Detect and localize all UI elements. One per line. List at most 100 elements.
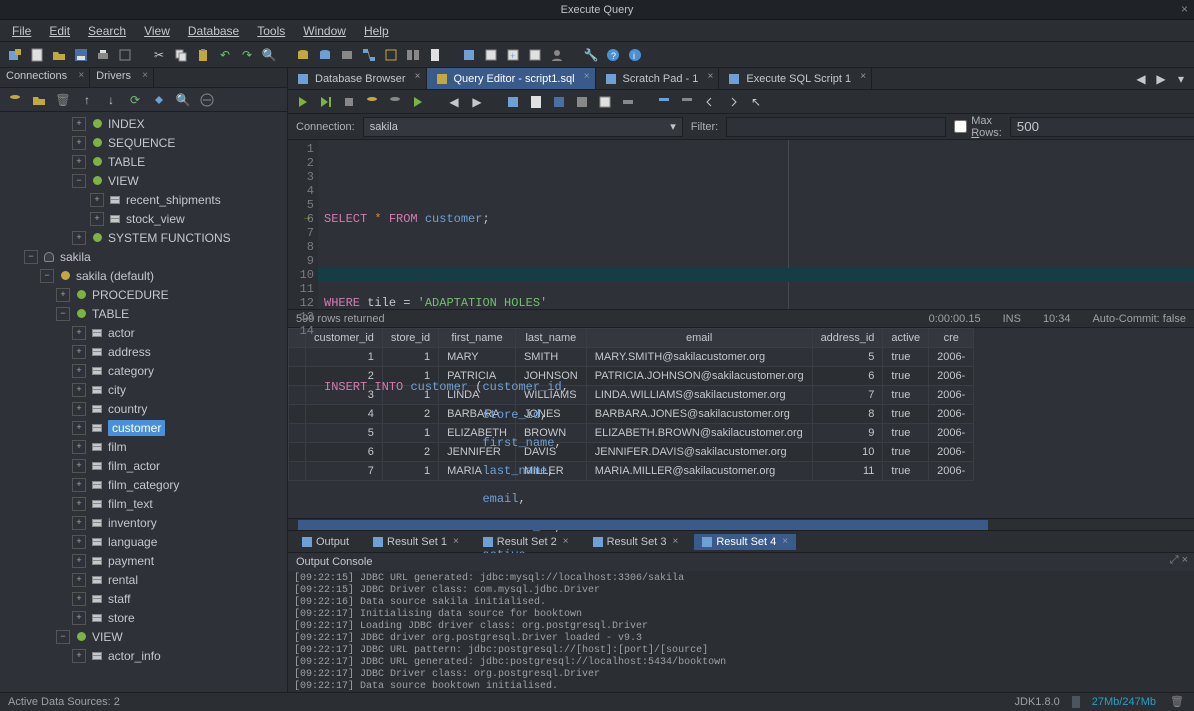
- compare-icon[interactable]: [404, 46, 422, 64]
- close-icon[interactable]: ×: [708, 71, 714, 82]
- db-icon-1[interactable]: [294, 46, 312, 64]
- commit-icon[interactable]: [460, 46, 478, 64]
- preferences-icon[interactable]: 🔧: [582, 46, 600, 64]
- browse-icon[interactable]: [382, 46, 400, 64]
- info-icon[interactable]: i: [626, 46, 644, 64]
- tree-table-city[interactable]: +city: [0, 380, 287, 399]
- indent-right-icon[interactable]: [724, 93, 742, 111]
- execute-step-icon[interactable]: [317, 93, 335, 111]
- tree-table-category[interactable]: +category: [0, 361, 287, 380]
- tab-next-icon[interactable]: ▶: [1152, 70, 1170, 88]
- save-icon[interactable]: [72, 46, 90, 64]
- new-conn-icon[interactable]: [6, 91, 24, 109]
- tree-table-film_actor[interactable]: +film_actor: [0, 456, 287, 475]
- copy-icon[interactable]: [172, 46, 190, 64]
- open-folder-icon[interactable]: [30, 91, 48, 109]
- doc-icon[interactable]: [426, 46, 444, 64]
- search-icon[interactable]: 🔍: [174, 91, 192, 109]
- editor-tab[interactable]: Database Browser×: [288, 68, 427, 89]
- cut-icon[interactable]: ✂: [150, 46, 168, 64]
- new-table-icon[interactable]: [482, 46, 500, 64]
- side-tab-connections[interactable]: Connections×: [0, 68, 90, 87]
- menu-help[interactable]: Help: [356, 22, 397, 40]
- uncomment-icon[interactable]: [678, 93, 696, 111]
- editor-tab[interactable]: Scratch Pad - 1×: [596, 68, 720, 89]
- refresh-icon[interactable]: ⟳: [126, 91, 144, 109]
- filter-input[interactable]: [726, 117, 946, 137]
- find-icon[interactable]: 🔍: [260, 46, 278, 64]
- user-icon[interactable]: [548, 46, 566, 64]
- up-icon[interactable]: ↑: [78, 91, 96, 109]
- connect-icon[interactable]: [150, 91, 168, 109]
- connection-tree[interactable]: +INDEX +SEQUENCE +TABLE −VIEW +recent_sh…: [0, 112, 287, 692]
- stop-icon[interactable]: [340, 93, 358, 111]
- tree-table-language[interactable]: +language: [0, 532, 287, 551]
- run-script-icon[interactable]: [409, 93, 427, 111]
- tab-menu-icon[interactable]: ▾: [1172, 70, 1190, 88]
- tree-table-country[interactable]: +country: [0, 399, 287, 418]
- close-icon[interactable]: ×: [142, 70, 148, 81]
- max-rows-input[interactable]: [1010, 117, 1194, 137]
- export-icon[interactable]: [504, 93, 522, 111]
- tree-table-address[interactable]: +address: [0, 342, 287, 361]
- tree-table-store[interactable]: +store: [0, 608, 287, 627]
- new-file-icon[interactable]: [28, 46, 46, 64]
- cursor-icon[interactable]: ↖: [747, 93, 765, 111]
- menu-edit[interactable]: Edit: [41, 22, 78, 40]
- print-icon[interactable]: [94, 46, 112, 64]
- gc-icon[interactable]: 🗑: [1168, 693, 1186, 711]
- db-icon-2[interactable]: [316, 46, 334, 64]
- commit-db-icon[interactable]: [363, 93, 381, 111]
- sql-icon[interactable]: [550, 93, 568, 111]
- tab-prev-icon[interactable]: ◀: [1132, 70, 1150, 88]
- menu-view[interactable]: View: [136, 22, 178, 40]
- history-next-icon[interactable]: ▶: [468, 93, 486, 111]
- down-icon[interactable]: ↓: [102, 91, 120, 109]
- close-icon[interactable]: ×: [860, 71, 866, 82]
- new-connection-icon[interactable]: [6, 46, 24, 64]
- tree-table-film_category[interactable]: +film_category: [0, 475, 287, 494]
- console-close-icon[interactable]: ⤢ ×: [1170, 554, 1188, 567]
- connection-select[interactable]: sakila▾: [363, 117, 683, 137]
- indent-left-icon[interactable]: [701, 93, 719, 111]
- tree-table-staff[interactable]: +staff: [0, 589, 287, 608]
- toggle-icon[interactable]: [619, 93, 637, 111]
- tree-table-inventory[interactable]: +inventory: [0, 513, 287, 532]
- menu-search[interactable]: Search: [80, 22, 134, 40]
- comment-icon[interactable]: [655, 93, 673, 111]
- tree-table-actor[interactable]: +actor: [0, 323, 287, 342]
- close-icon[interactable]: ×: [415, 71, 421, 82]
- minus-icon[interactable]: [198, 91, 216, 109]
- max-rows-checkbox[interactable]: [954, 120, 967, 133]
- side-tab-drivers[interactable]: Drivers×: [90, 68, 154, 87]
- execute-icon[interactable]: [294, 93, 312, 111]
- editor-tab[interactable]: Execute SQL Script 1×: [719, 68, 872, 89]
- window-close-icon[interactable]: ×: [1181, 2, 1188, 16]
- update-icon[interactable]: [526, 46, 544, 64]
- menu-window[interactable]: Window: [295, 22, 354, 40]
- menu-database[interactable]: Database: [180, 22, 247, 40]
- open-icon[interactable]: [50, 46, 68, 64]
- close-icon[interactable]: ×: [584, 71, 590, 82]
- history-prev-icon[interactable]: ◀: [445, 93, 463, 111]
- menu-file[interactable]: File: [4, 22, 39, 40]
- tree-table-rental[interactable]: +rental: [0, 570, 287, 589]
- new-editor-icon[interactable]: [527, 93, 545, 111]
- paste-icon[interactable]: [194, 46, 212, 64]
- close-icon[interactable]: ×: [78, 70, 84, 81]
- insert-icon[interactable]: +: [504, 46, 522, 64]
- tree-table-payment[interactable]: +payment: [0, 551, 287, 570]
- undo-icon[interactable]: ↶: [216, 46, 234, 64]
- menu-tools[interactable]: Tools: [249, 22, 293, 40]
- format-icon[interactable]: [573, 93, 591, 111]
- tree-table-film[interactable]: +film: [0, 437, 287, 456]
- help-icon[interactable]: ?: [604, 46, 622, 64]
- horizontal-scrollbar[interactable]: [288, 518, 1194, 530]
- editor-tab[interactable]: Query Editor - script1.sql×: [427, 68, 596, 89]
- driver-icon[interactable]: [338, 46, 356, 64]
- export-csv-icon[interactable]: [596, 93, 614, 111]
- redo-icon[interactable]: ↷: [238, 46, 256, 64]
- rollback-icon[interactable]: [386, 93, 404, 111]
- erd-icon[interactable]: [360, 46, 378, 64]
- tree-table-customer[interactable]: +customer: [0, 418, 287, 437]
